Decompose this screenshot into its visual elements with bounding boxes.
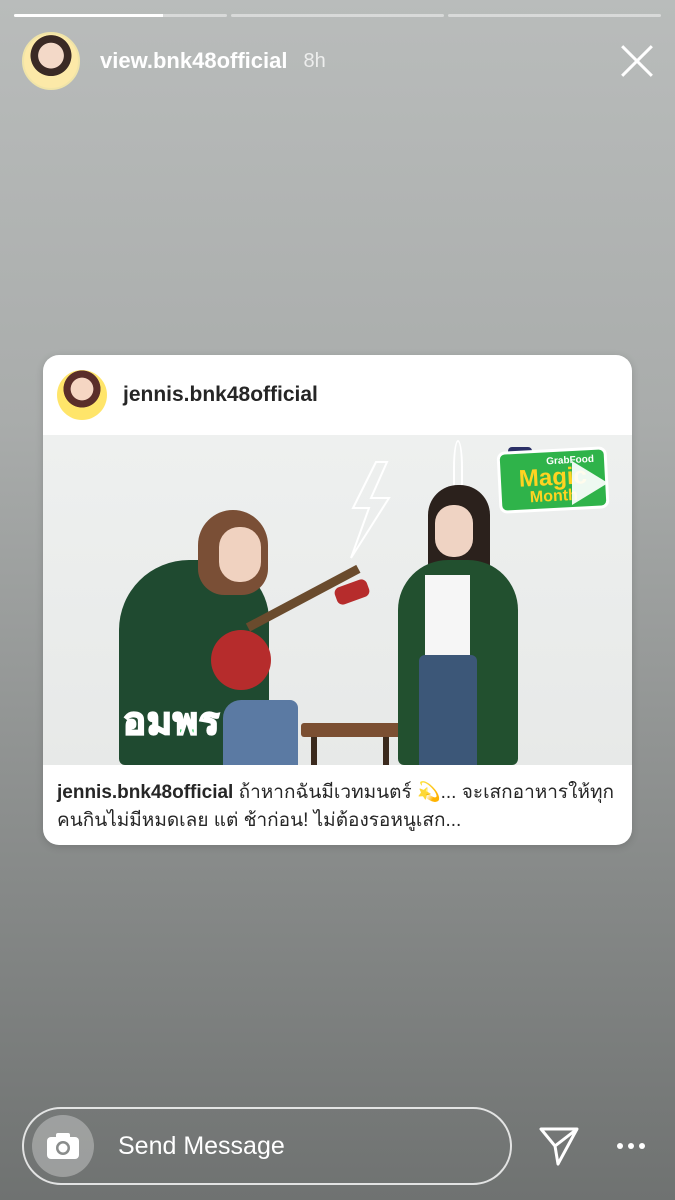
progress-segment xyxy=(231,14,444,17)
person-left-jeans xyxy=(223,700,298,765)
story-reply-bar: Send Message xyxy=(22,1107,653,1185)
paper-plane-icon[interactable] xyxy=(538,1125,580,1167)
story-header: view.bnk48official 8h xyxy=(22,32,657,90)
post-header: jennis.bnk48official xyxy=(43,355,632,435)
story-progress xyxy=(14,14,661,17)
progress-segment xyxy=(14,14,227,17)
badge-bottom-text: Month xyxy=(529,486,579,506)
post-image: อมพร GrabFood Magic Month xyxy=(43,435,632,765)
stool-leg xyxy=(383,737,389,765)
stool-leg xyxy=(311,737,317,765)
close-icon[interactable] xyxy=(617,41,657,81)
post-avatar xyxy=(57,370,107,420)
story-username[interactable]: view.bnk48official xyxy=(100,48,287,74)
lightning-doodle xyxy=(350,461,391,559)
camera-icon[interactable] xyxy=(32,1115,94,1177)
name-overlay-text: อมพร xyxy=(122,700,221,744)
person-right-shirt xyxy=(425,575,470,655)
stool xyxy=(301,723,401,737)
shared-post-card[interactable]: jennis.bnk48official อมพร GrabFood Magic… xyxy=(43,355,632,845)
post-username: jennis.bnk48official xyxy=(123,383,318,406)
story-timestamp: 8h xyxy=(303,49,326,72)
play-icon[interactable] xyxy=(572,461,608,505)
send-message-field[interactable]: Send Message xyxy=(22,1107,512,1185)
person-left-face xyxy=(219,527,261,582)
avatar[interactable] xyxy=(22,32,80,90)
caption-username: jennis.bnk48official xyxy=(57,782,234,803)
more-icon[interactable] xyxy=(617,1143,645,1149)
post-caption: jennis.bnk48official ถ้าหากฉันมีเวทมนตร์… xyxy=(43,765,632,845)
person-right-face xyxy=(435,505,473,557)
person-right-jeans xyxy=(419,655,477,765)
progress-segment xyxy=(448,14,661,17)
message-placeholder: Send Message xyxy=(118,1131,285,1160)
guitar-body xyxy=(211,630,271,690)
